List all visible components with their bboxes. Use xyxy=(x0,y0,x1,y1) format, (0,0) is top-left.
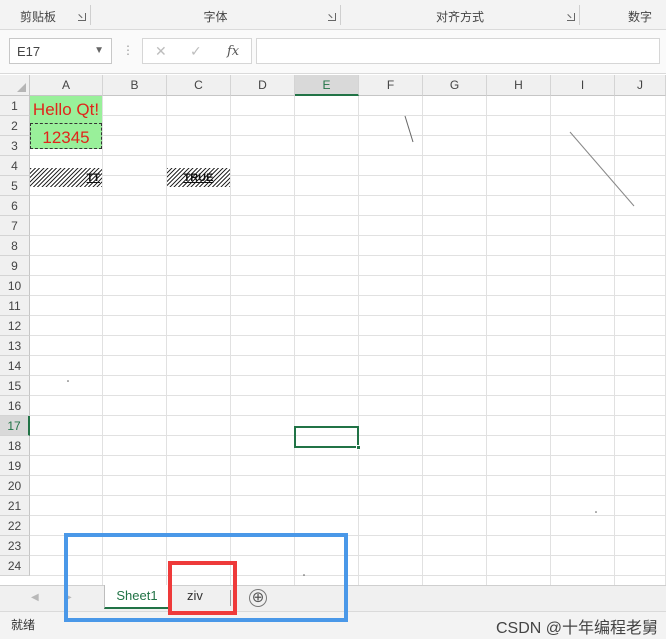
column-header-c[interactable]: C xyxy=(167,75,231,96)
status-text: 就绪 xyxy=(11,618,36,632)
gridline xyxy=(614,96,615,585)
gridline xyxy=(30,455,666,456)
gridline xyxy=(230,96,231,585)
ribbon-group-clipboard: 剪贴板 xyxy=(0,0,90,30)
formula-input[interactable] xyxy=(256,38,660,64)
column-header-i[interactable]: I xyxy=(551,75,615,96)
row-header-23[interactable]: 23 xyxy=(0,536,30,556)
select-all-corner[interactable] xyxy=(0,75,30,96)
column-header-a[interactable]: A xyxy=(30,75,103,96)
cell-a4[interactable]: TT xyxy=(30,168,102,187)
gridline xyxy=(30,195,666,196)
row-header-18[interactable]: 18 xyxy=(0,436,30,456)
name-box-value: E17 xyxy=(17,44,41,59)
gridline xyxy=(550,96,551,585)
gridline xyxy=(358,96,359,585)
gridline xyxy=(30,475,666,476)
active-cell-selection[interactable] xyxy=(294,426,359,448)
row-header-20[interactable]: 20 xyxy=(0,476,30,496)
row-header-21[interactable]: 21 xyxy=(0,496,30,516)
gridline xyxy=(486,96,487,585)
ribbon-group-labels: 剪贴板 字体 对齐方式 数字 xyxy=(0,0,666,30)
insert-function-icon[interactable]: fx xyxy=(227,44,239,59)
row-header-15[interactable]: 15 xyxy=(0,376,30,396)
gridline xyxy=(30,415,666,416)
gridline xyxy=(30,495,666,496)
gridline xyxy=(30,515,666,516)
row-header-22[interactable]: 22 xyxy=(0,516,30,536)
gridline xyxy=(422,96,423,585)
scroll-left-icon[interactable]: ◀ xyxy=(31,592,39,603)
gridline xyxy=(30,235,666,236)
row-header-8[interactable]: 8 xyxy=(0,236,30,256)
row-header-6[interactable]: 6 xyxy=(0,196,30,216)
gridline xyxy=(30,155,666,156)
drag-handle-icon[interactable]: ⋮ xyxy=(122,43,134,57)
gridline xyxy=(30,175,666,176)
cell-a2[interactable]: 12345 xyxy=(30,123,102,149)
column-header-f[interactable]: F xyxy=(359,75,423,96)
gridline xyxy=(30,335,666,336)
row-header-4[interactable]: 4 xyxy=(0,156,30,176)
row-header-1[interactable]: 1 xyxy=(0,96,30,116)
row-header-17[interactable]: 17 xyxy=(0,416,30,436)
gridline xyxy=(30,255,666,256)
check-icon[interactable]: ✓ xyxy=(190,43,202,60)
row-header-3[interactable]: 3 xyxy=(0,136,30,156)
row-header-7[interactable]: 7 xyxy=(0,216,30,236)
gridline xyxy=(30,275,666,276)
column-header-j[interactable]: J xyxy=(615,75,666,96)
cancel-icon[interactable]: ✕ xyxy=(155,43,167,60)
column-header-e[interactable]: E xyxy=(295,75,359,96)
row-header-24[interactable]: 24 xyxy=(0,556,30,576)
row-header-16[interactable]: 16 xyxy=(0,396,30,416)
row-header-5[interactable]: 5 xyxy=(0,176,30,196)
cell-c4[interactable]: TRUE xyxy=(167,168,230,187)
row-header-11[interactable]: 11 xyxy=(0,296,30,316)
formula-actions: ✕ ✓ fx xyxy=(142,38,252,64)
ribbon-group-alignment: 对齐方式 xyxy=(341,0,579,30)
cell-value: TRUE xyxy=(183,172,214,184)
ribbon-group-label: 数字 xyxy=(628,10,653,24)
annotation-red-box xyxy=(168,561,237,615)
gridline xyxy=(30,315,666,316)
name-box[interactable]: E17 ▼ xyxy=(9,38,112,64)
cell-value: TT xyxy=(86,172,100,184)
watermark-text: CSDN @十年编程老舅 xyxy=(495,620,658,637)
formula-bar: E17 ▼ ⋮ ✕ ✓ fx xyxy=(0,30,666,74)
ribbon-group-font: 字体 xyxy=(91,0,340,30)
dialog-launcher-icon[interactable] xyxy=(328,13,336,21)
row-header-12[interactable]: 12 xyxy=(0,316,30,336)
fill-handle[interactable] xyxy=(356,445,361,450)
column-header-d[interactable]: D xyxy=(231,75,295,96)
row-header-9[interactable]: 9 xyxy=(0,256,30,276)
row-header-2[interactable]: 2 xyxy=(0,116,30,136)
dialog-launcher-icon[interactable] xyxy=(78,13,86,21)
cell-a1[interactable]: Hello Qt! xyxy=(30,96,102,123)
gridline xyxy=(102,96,103,585)
ribbon-group-label: 字体 xyxy=(203,10,228,24)
gridline xyxy=(30,375,666,376)
gridline xyxy=(30,395,666,396)
gridline xyxy=(30,355,666,356)
gridline xyxy=(294,96,295,585)
gridline xyxy=(30,135,666,136)
column-header-b[interactable]: B xyxy=(103,75,167,96)
row-header-13[interactable]: 13 xyxy=(0,336,30,356)
column-header-g[interactable]: G xyxy=(423,75,487,96)
row-header-19[interactable]: 19 xyxy=(0,456,30,476)
column-header-h[interactable]: H xyxy=(487,75,551,96)
dialog-launcher-icon[interactable] xyxy=(567,13,575,21)
row-header-10[interactable]: 10 xyxy=(0,276,30,296)
gridline xyxy=(30,295,666,296)
gridline xyxy=(30,215,666,216)
chevron-down-icon[interactable]: ▼ xyxy=(94,45,104,56)
ribbon-group-number: 数字 xyxy=(580,0,666,30)
ribbon-group-label: 对齐方式 xyxy=(435,10,484,24)
row-header-14[interactable]: 14 xyxy=(0,356,30,376)
gridline xyxy=(30,115,666,116)
spreadsheet-grid[interactable]: A B C D E F G H I J 1 2 3 4 5 6 7 8 9 10 11 12 13 14 15 16 17 18 19 2… xyxy=(0,75,666,585)
